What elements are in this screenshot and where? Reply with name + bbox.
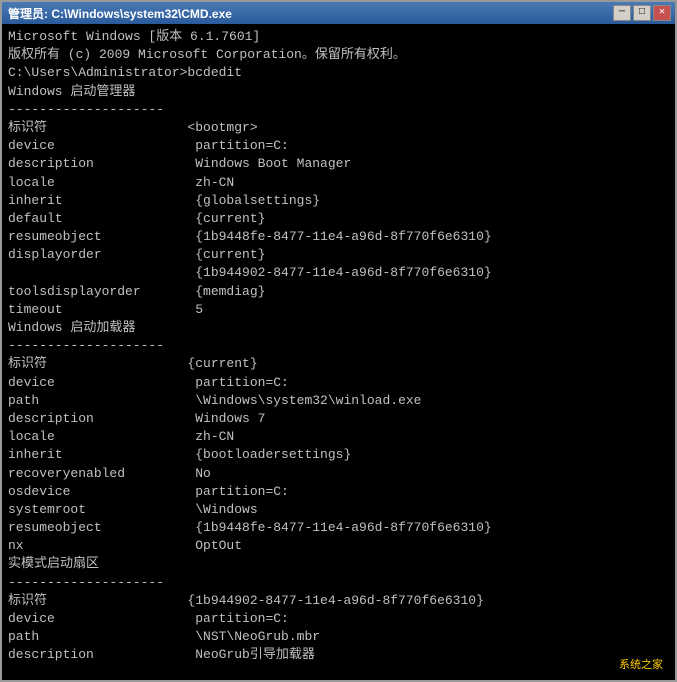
console-line: resumeobject {1b9448fe-8477-11e4-a96d-8f… (8, 519, 669, 537)
title-bar-controls: ─ □ ✕ (613, 5, 671, 21)
close-button[interactable]: ✕ (653, 5, 671, 21)
console-line: description Windows 7 (8, 410, 669, 428)
console-line: {1b944902-8477-11e4-a96d-8f770f6e6310} (8, 264, 669, 282)
console-line: systemroot \Windows (8, 501, 669, 519)
cmd-window: 管理员: C:\Windows\system32\CMD.exe ─ □ ✕ M… (0, 0, 677, 682)
console-line: description Windows Boot Manager (8, 155, 669, 173)
console-line: locale zh-CN (8, 174, 669, 192)
console-line: Windows 启动加载器 (8, 319, 669, 337)
console-line: 标识符 <bootmgr> (8, 119, 669, 137)
title-bar-text: 管理员: C:\Windows\system32\CMD.exe (8, 5, 232, 22)
console-line: resumeobject {1b9448fe-8477-11e4-a96d-8f… (8, 228, 669, 246)
title-bar: 管理员: C:\Windows\system32\CMD.exe ─ □ ✕ (2, 2, 675, 24)
console-line: path \Windows\system32\winload.exe (8, 392, 669, 410)
console-line: osdevice partition=C: (8, 483, 669, 501)
console-line: displayorder {current} (8, 246, 669, 264)
console-line: description NeoGrub引导加载器 (8, 646, 669, 664)
console-line: device partition=C: (8, 137, 669, 155)
console-line: -------------------- (8, 101, 669, 119)
console-line: inherit {bootloadersettings} (8, 446, 669, 464)
minimize-button[interactable]: ─ (613, 5, 631, 21)
console-line: 实模式启动扇区 (8, 555, 669, 573)
console-line: toolsdisplayorder {memdiag} (8, 283, 669, 301)
console-line: path \NST\NeoGrub.mbr (8, 628, 669, 646)
console-line: 标识符 {current} (8, 355, 669, 373)
maximize-button[interactable]: □ (633, 5, 651, 21)
console-line: 标识符 {1b944902-8477-11e4-a96d-8f770f6e631… (8, 592, 669, 610)
console-line: nx OptOut (8, 537, 669, 555)
console-line: inherit {globalsettings} (8, 192, 669, 210)
console-line: -------------------- (8, 337, 669, 355)
console-output: Microsoft Windows [版本 6.1.7601]版权所有 (c) … (2, 24, 675, 680)
console-line: Windows 启动管理器 (8, 83, 669, 101)
console-line: default {current} (8, 210, 669, 228)
console-line: timeout 5 (8, 301, 669, 319)
console-line: C:\Users\Administrator>bcdedit (8, 64, 669, 82)
console-line: -------------------- (8, 574, 669, 592)
console-line: recoveryenabled No (8, 465, 669, 483)
console-line: locale zh-CN (8, 428, 669, 446)
console-line: 版权所有 (c) 2009 Microsoft Corporation。保留所有… (8, 46, 669, 64)
console-line: Microsoft Windows [版本 6.1.7601] (8, 28, 669, 46)
console-line: device partition=C: (8, 610, 669, 628)
console-line: device partition=C: (8, 374, 669, 392)
